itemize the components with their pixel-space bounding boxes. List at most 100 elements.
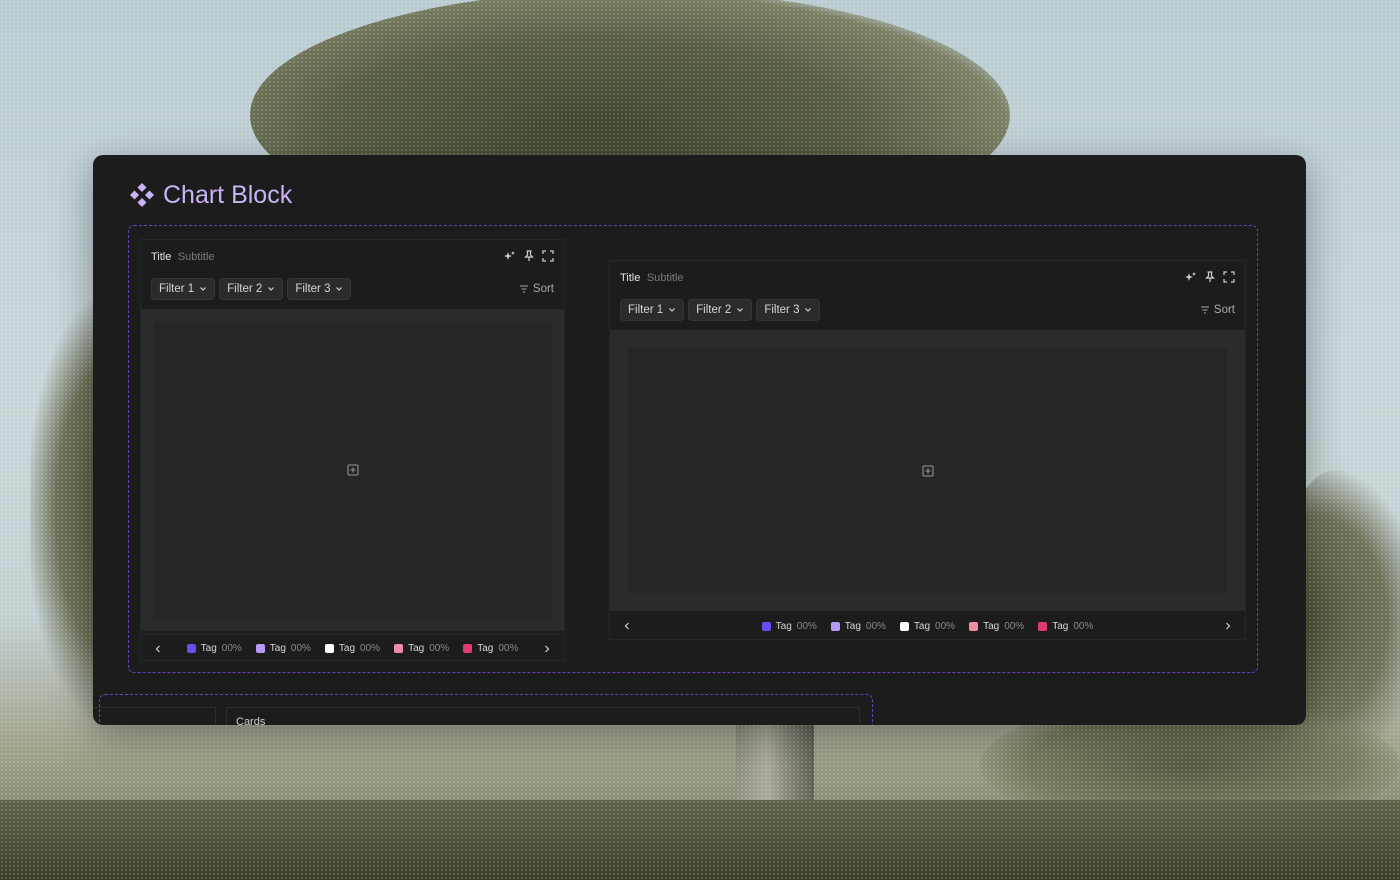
chevron-right-icon[interactable] [1223,621,1233,631]
panel-title: Title [620,272,641,284]
component-diamond-icon [130,183,154,207]
legend-label: Tag [338,643,356,654]
sort-button[interactable]: Sort [1200,304,1235,316]
legend-label: Tag [200,643,217,654]
filter-row: Filter 1 Filter 2 Filter 3 Sort [620,299,1235,321]
legend-value: 00% [796,620,817,632]
legend-swatch [186,644,196,653]
panel-tools [504,250,554,262]
legend-item: Tag 00% [1038,621,1093,632]
filters: Filter 1 Filter 2 Filter 3 [620,299,821,321]
legend-item: Tag 00% [463,643,518,654]
legend-value: 00% [935,620,956,632]
legend-value: 00% [290,643,311,654]
sparkle-icon[interactable] [1185,271,1197,283]
sparkle-icon[interactable] [504,250,516,262]
sort-label: Sort [532,283,554,295]
chevron-left-icon[interactable] [622,621,632,631]
panel-heading: Title Subtitle [620,268,684,286]
chevron-down-icon [737,308,744,312]
window-header: Chart Block [129,179,292,211]
cards-sidebar-strip [93,707,216,725]
window-title: Chart Block [163,181,293,209]
pin-icon[interactable] [523,250,535,262]
legend-swatch [463,644,473,653]
fullscreen-icon[interactable] [542,250,554,262]
legend-swatch [1038,621,1048,631]
chart-placeholder [628,348,1227,593]
chevron-down-icon [805,308,812,312]
legend-swatch [899,621,909,631]
legend-value: 00% [1004,620,1025,632]
filter-1-dropdown[interactable]: Filter 1 [151,278,216,300]
cards-label: Cards [236,716,266,725]
legend-label: Tag [775,620,792,632]
panel-subtitle: Subtitle [646,272,684,284]
legend-label: Tag [477,643,494,654]
filter-2-dropdown[interactable]: Filter 2 [688,299,753,321]
legend-label: Tag [269,643,286,654]
chevron-right-icon[interactable] [542,644,552,654]
legend-swatch [394,644,404,653]
sort-lines-icon [1200,306,1209,314]
filter-row: Filter 1 Filter 2 Filter 3 Sort [151,278,554,300]
legend-swatch [830,621,840,631]
legend-label: Tag [913,620,931,632]
filter-label: Filter 2 [227,283,263,295]
filter-3-dropdown[interactable]: Filter 3 [756,299,821,321]
chart-area [141,309,564,631]
filter-label: Filter 3 [295,283,331,295]
sort-lines-icon [519,285,528,293]
chevron-down-icon [200,287,207,291]
legend-swatch [324,644,334,653]
legend-label: Tag [983,620,1000,632]
legend-item: Tag 00% [255,643,311,654]
chevron-left-icon[interactable] [153,644,163,654]
filter-label: Filter 3 [764,304,800,316]
legend-item: Tag 00% [969,621,1024,632]
panel-subtitle: Subtitle [177,251,215,263]
sort-button[interactable]: Sort [519,283,554,295]
legend-item: Tag 00% [394,643,449,654]
legend-row: Tag 00% Tag 00% Tag 00% Tag 00% Tag 00% [141,634,564,662]
legend-swatch [255,644,265,653]
chart-panel-1: Title Subtitle Filter 1 Filter 2 Filter … [140,239,565,661]
filter-1-dropdown[interactable]: Filter 1 [620,299,685,321]
legend-item: Tag 00% [761,620,817,632]
legend: Tag 00% Tag 00% Tag 00% Tag 00% Tag 00% [761,620,1093,632]
fullscreen-icon[interactable] [1223,271,1235,283]
add-chart-icon[interactable] [922,465,934,477]
legend-value: 00% [498,643,519,654]
panel-tools [1185,271,1235,283]
legend-label: Tag [408,643,425,654]
legend-swatch [969,621,979,631]
panel-heading: Title Subtitle [151,247,215,265]
legend-label: Tag [844,620,861,632]
legend-swatch [761,621,771,631]
legend: Tag 00% Tag 00% Tag 00% Tag 00% Tag 00% [186,643,518,654]
chart-block-window: Chart Block Title Subtitle Filter 1 Filt… [93,155,1306,725]
legend-label: Tag [1052,620,1069,632]
legend-value: 00% [1073,620,1094,632]
legend-value: 00% [865,620,886,632]
filter-label: Filter 1 [159,283,195,295]
legend-item: Tag 00% [186,643,242,654]
chevron-down-icon [268,287,275,291]
panel-header: Title Subtitle [620,269,1235,285]
chevron-down-icon [336,287,343,291]
pin-icon[interactable] [1204,271,1216,283]
legend-item: Tag 00% [324,643,380,654]
cards-panel: Cards [226,707,860,725]
chart-placeholder [153,321,552,619]
filter-2-dropdown[interactable]: Filter 2 [219,278,284,300]
add-chart-icon[interactable] [347,464,359,476]
legend-item: Tag 00% [899,620,956,632]
filter-3-dropdown[interactable]: Filter 3 [287,278,352,300]
sort-label: Sort [1213,304,1235,316]
legend-value: 00% [221,643,242,654]
filter-label: Filter 2 [696,304,732,316]
chart-area [610,330,1245,611]
legend-item: Tag 00% [830,620,886,632]
legend-row: Tag 00% Tag 00% Tag 00% Tag 00% Tag 00% [610,612,1245,640]
legend-value: 00% [429,643,450,654]
